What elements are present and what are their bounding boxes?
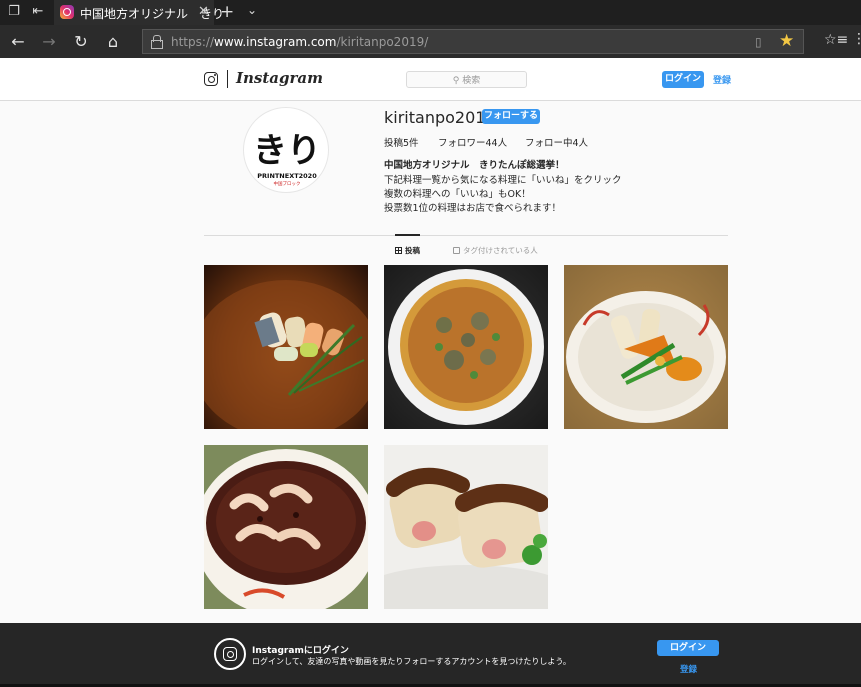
instagram-header: Instagram ⚲ 検索 ログイン 登録 [0,58,861,101]
instagram-wordmark[interactable]: Instagram [236,69,323,87]
bio-line: 下記料理一覧から気になる料理に「いいね」をクリック [384,175,622,186]
browser-toolbar: ← → ↻ ⌂ https://www.instagram.com/kirita… [0,25,861,58]
avatar-logo-sub: 中国ブロック [274,180,301,187]
profile-tabs-divider [204,235,728,236]
lock-icon [151,35,163,49]
refresh-icon[interactable]: ↻ [71,32,91,52]
close-icon[interactable]: ✕ [198,4,209,19]
signup-link[interactable]: 登録 [713,73,731,86]
set-aside-tabs-icon[interactable]: ⇤ [30,4,46,20]
favorites-icon[interactable]: ☆≡ [824,32,848,48]
bio-line: 投票数1位の料理はお店で食べられます！ [384,203,562,214]
instagram-logo-icon [214,638,246,670]
banner-signup-link[interactable]: 登録 [680,663,697,675]
profile-avatar: きり PRINTNEXT2020 中国ブロック [243,107,329,193]
login-button[interactable]: ログイン [662,71,704,88]
avatar-logo-caption: PRINTNEXT2020 [257,172,317,180]
post-thumbnail-3[interactable] [564,265,728,429]
plus-icon[interactable]: + [220,2,234,22]
profile-username: kiritanpo2019 [384,108,496,127]
reading-view-icon[interactable]: ▯ [755,35,762,49]
post-thumbnail-2[interactable] [384,265,548,429]
avatar-logo-mark: きり [253,131,321,171]
url-text: https://www.instagram.com/kiritanpo2019/ [171,35,429,49]
address-bar[interactable]: https://www.instagram.com/kiritanpo2019/… [142,29,804,54]
banner-login-button[interactable]: ログイン [657,640,719,656]
back-arrow-icon[interactable]: ← [8,32,28,52]
chevron-down-icon[interactable]: ⌄ [247,3,257,17]
search-placeholder: 検索 [462,76,481,86]
bio-line: 複数の料理への「いいね」もOK！ [384,189,531,200]
tagged-icon [453,247,460,254]
banner-title: Instagramにログイン [252,646,349,656]
active-tab-indicator [395,234,420,236]
forward-arrow-icon[interactable]: → [39,32,59,52]
instagram-camera-icon[interactable] [204,72,218,86]
more-icon[interactable]: ⋮ [852,31,861,47]
browser-tab-bar: ❐ ⇤ 中国地方オリジナル きり ✕ + ⌄ [0,0,861,25]
tab-actions-icon[interactable]: ❐ [6,4,22,20]
browser-tab[interactable]: 中国地方オリジナル きり ✕ [54,0,224,25]
grid-icon [395,247,402,254]
tab-tagged[interactable]: タグ付けされている人 [453,245,538,256]
following-count[interactable]: フォロー中4人 [525,135,588,149]
banner-subtitle: ログインして、友達の写真や動画を見たりフォローするアカウントを見つけたりしよう。 [252,657,571,666]
login-banner: Instagramにログイン ログインして、友達の写真や動画を見たりフォローする… [0,623,861,687]
bio-name: 中国地方オリジナル きりたんぽ総選挙！ [384,160,565,171]
post-thumbnail-1[interactable] [204,265,368,429]
post-thumbnail-4[interactable] [204,445,368,609]
home-icon[interactable]: ⌂ [103,32,123,52]
post-thumbnail-5[interactable] [384,445,548,609]
follow-button[interactable]: フォローする [482,109,540,124]
search-input[interactable]: ⚲ 検索 [406,71,527,88]
followers-count[interactable]: フォロワー44人 [438,135,507,149]
star-icon[interactable]: ★ [779,31,794,51]
instagram-favicon-icon [60,5,74,19]
header-divider [227,70,228,88]
tab-posts[interactable]: 投稿 [395,245,420,256]
search-icon: ⚲ [452,76,463,86]
posts-count: 投稿5件 [384,138,419,149]
